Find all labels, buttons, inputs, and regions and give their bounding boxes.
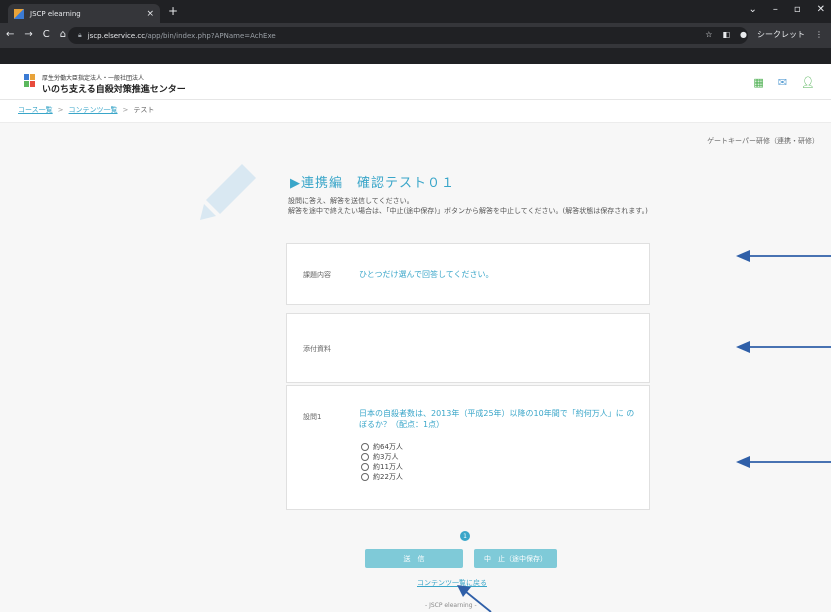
question-label: 設問1 (303, 413, 322, 421)
grid-menu-icon[interactable]: ▦ (753, 76, 763, 89)
answer-option[interactable]: 約64万人 (361, 442, 403, 452)
url-input[interactable]: 🔒︎ jscp.elservice.cc/app/bin/index.php?A… (68, 27, 748, 44)
radio-button[interactable] (361, 473, 369, 481)
sidepanel-icon[interactable]: ◧ (722, 30, 730, 39)
breadcrumb: コース一覧 > コンテンツ一覧 > テスト (18, 105, 154, 115)
profile-label[interactable]: シークレット (757, 29, 805, 40)
page-number-badge: 1 (460, 531, 470, 541)
url-host: jscp.elservice.cc (87, 31, 146, 40)
annotation-arrow-icon (457, 585, 492, 612)
send-button[interactable]: 送 信 (365, 549, 463, 568)
radio-button[interactable] (361, 443, 369, 451)
answer-option[interactable]: 約22万人 (361, 472, 403, 482)
breadcrumb-separator: > (57, 106, 64, 114)
annotation-arrow-icon (736, 250, 831, 262)
radio-button[interactable] (361, 463, 369, 471)
task-label: 課題内容 (303, 271, 331, 279)
menu-icon[interactable]: ⋮ (815, 30, 823, 39)
home-icon[interactable]: ⌂ (60, 29, 66, 40)
attachment-card: 添付資料 (286, 313, 650, 383)
user-icon[interactable]: 👤︎ (801, 76, 815, 89)
mail-icon[interactable]: ✉ (778, 76, 787, 89)
close-window-icon[interactable]: ✕ (817, 4, 825, 15)
url-path: /app/bin/index.php?APName=AchExe (145, 31, 276, 40)
pause-save-button[interactable]: 中 止（途中保存） (474, 549, 557, 568)
reload-icon[interactable]: C (43, 29, 50, 40)
pencil-icon (200, 164, 256, 220)
course-name: ゲートキーパー研修（連携・研修） (707, 137, 819, 145)
favicon-icon (14, 8, 24, 19)
toolbar-strip (0, 48, 831, 64)
annotation-arrow-icon (736, 341, 831, 353)
logo-subtitle: 厚生労働大臣指定法人・一般社団法人 (42, 75, 145, 82)
question-text: 日本の自殺者数は、2013年（平成25年）以降の10年間で「約何万人」に のぼる… (359, 409, 635, 429)
test-title: ▶連携編 確認テスト０１ (290, 176, 455, 191)
tab-title: JSCP elearning (30, 9, 81, 18)
annotation-arrow-icon (736, 456, 831, 468)
logo-icon (24, 74, 36, 88)
browser-tabbar: JSCP elearning × + ⌄ – ▫ ✕ (0, 0, 831, 23)
radio-button[interactable] (361, 453, 369, 461)
lock-icon: 🔒︎ (78, 31, 82, 39)
breadcrumb-current: テスト (133, 106, 155, 114)
minimize-icon[interactable]: – (773, 4, 778, 15)
new-tab-icon[interactable]: + (168, 4, 178, 18)
browser-tab[interactable]: JSCP elearning × (8, 4, 160, 23)
task-value: ひとつだけ選んで回答してください。 (359, 270, 494, 279)
answer-option[interactable]: 約11万人 (361, 462, 403, 472)
task-card: 課題内容 ひとつだけ選んで回答してください。 (286, 243, 650, 305)
forward-icon[interactable]: → (24, 29, 32, 40)
window-controls: ⌄ – ▫ ✕ (748, 4, 825, 15)
site-header: 厚生労働大臣指定法人・一般社団法人 いのち支える自殺対策推進センター ▦ ✉ 👤… (0, 64, 831, 100)
logo-title[interactable]: いのち支える自殺対策推進センター (42, 82, 186, 95)
close-tab-icon[interactable]: × (146, 9, 154, 19)
instruction-line: 設問に答え、解答を送信してください。 (288, 197, 414, 205)
instruction-line: 解答を途中で終えたい場合は、「中止(途中保存)」ボタンから解答を中止してください… (288, 207, 648, 215)
test-instructions: 設問に答え、解答を送信してください。 解答を途中で終えたい場合は、「中止(途中保… (288, 196, 668, 216)
back-icon[interactable]: ← (6, 29, 14, 40)
answer-options: 約64万人 約3万人 約11万人 約22万人 (361, 442, 403, 482)
breadcrumb-course-list[interactable]: コース一覧 (18, 106, 53, 114)
maximize-icon[interactable]: ▫ (794, 4, 801, 15)
address-bar-area: ← → C ⌂ 🔒︎ jscp.elservice.cc/app/bin/ind… (0, 23, 831, 48)
answer-option[interactable]: 約3万人 (361, 452, 403, 462)
breadcrumb-separator: > (122, 106, 129, 114)
question-card: 設問1 日本の自殺者数は、2013年（平成25年）以降の10年間で「約何万人」に… (286, 385, 650, 510)
incognito-icon[interactable]: ● (740, 30, 747, 39)
breadcrumb-content-list[interactable]: コンテンツ一覧 (69, 106, 118, 114)
tab-search-icon[interactable]: ⌄ (748, 4, 756, 15)
bookmark-star-icon[interactable]: ☆ (705, 30, 712, 39)
attachment-label: 添付資料 (303, 345, 331, 353)
